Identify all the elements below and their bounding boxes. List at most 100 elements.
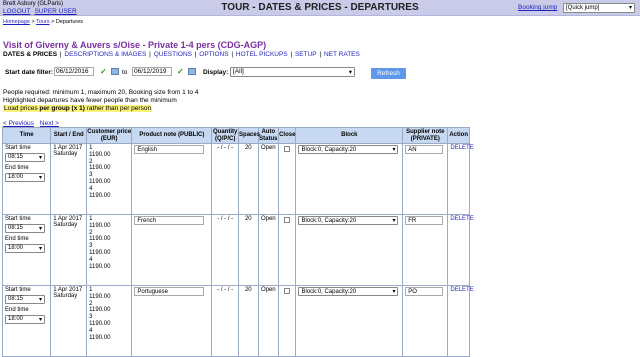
booking-jump-link[interactable]: Booking jump xyxy=(518,4,557,11)
per-group-link[interactable]: per group (x 1) xyxy=(39,105,85,112)
price-value[interactable]: 1190.00 xyxy=(89,335,129,342)
departure-day: Saturday xyxy=(53,151,78,157)
product-note-input[interactable]: Portuguese xyxy=(134,287,205,296)
start-time-select[interactable]: 08:15 ▾ xyxy=(5,224,45,233)
chevron-down-icon: ▾ xyxy=(38,246,42,252)
tab-net-rates[interactable]: NET RATES xyxy=(324,51,360,58)
info-highlighted-departures: Highlighted departures have fewer people… xyxy=(3,97,177,104)
close-checkbox[interactable] xyxy=(284,288,291,294)
price-pax-count: 4 xyxy=(89,327,93,334)
start-time-select[interactable]: 08:15 ▾ xyxy=(5,153,45,162)
calendar-icon[interactable] xyxy=(111,68,119,75)
close-checkbox[interactable] xyxy=(284,217,291,223)
product-note-input[interactable]: English xyxy=(134,145,205,154)
tab-dates-prices[interactable]: DATES & PRICES xyxy=(3,51,57,58)
start-time-label: Start time xyxy=(5,287,31,293)
block-select[interactable]: Block:0, Capacity:20 ▾ xyxy=(298,145,399,154)
auto-status-cell: Open xyxy=(257,143,280,215)
col-close: Close xyxy=(278,127,297,144)
product-note-input[interactable]: French xyxy=(134,216,205,225)
price-pax-count: 2 xyxy=(89,229,93,236)
start-time-select[interactable]: 08:15 ▾ xyxy=(5,295,45,304)
quantity-cell: - / - / - xyxy=(211,143,240,215)
tab-setup[interactable]: SETUP xyxy=(295,51,317,58)
price-pax-count: 3 xyxy=(89,172,93,179)
delete-link[interactable]: DELETE xyxy=(450,145,473,151)
price-pax-count: 3 xyxy=(89,243,93,250)
col-customer-price: Customer price (EUR) xyxy=(86,127,133,144)
end-time-label: End time xyxy=(5,307,29,313)
price-value[interactable]: 1190.00 xyxy=(89,179,129,186)
supplier-note-cell: AN xyxy=(402,143,449,215)
price-pax-count: 2 xyxy=(89,300,93,307)
chevron-down-icon: ▾ xyxy=(392,218,396,224)
top-bar: Brett Asbury (GLParis) LOGOUT SUPER USER … xyxy=(0,0,640,16)
start-date-filter-label: Start date filter: xyxy=(5,69,54,76)
block-cell: Block:0, Capacity:20 ▾ xyxy=(295,143,404,215)
date-from-input[interactable]: 06/12/2016 xyxy=(54,67,94,76)
end-time-select[interactable]: 18:00 ▾ xyxy=(5,315,45,324)
col-quantity: Quantity (Q/P/C) xyxy=(211,127,240,144)
chevron-down-icon: ▾ xyxy=(38,297,42,303)
tab-hotel-pickups[interactable]: HOTEL PICKUPS xyxy=(236,51,288,58)
next-page-link[interactable]: Next > xyxy=(40,120,59,127)
chevron-down-icon: ▾ xyxy=(38,175,42,181)
breadcrumb-current: Departures xyxy=(55,19,84,25)
delete-link[interactable]: DELETE xyxy=(450,287,473,293)
start-time-label: Start time xyxy=(5,145,31,151)
previous-page-link[interactable]: < Previous xyxy=(3,120,34,127)
price-value[interactable]: 1190.00 xyxy=(89,250,129,257)
tab-descriptions-images[interactable]: DESCRIPTIONS & IMAGES xyxy=(64,51,146,58)
tab-questions[interactable]: QUESTIONS xyxy=(154,51,192,58)
chevron-down-icon: ▾ xyxy=(348,69,352,76)
price-value[interactable]: 1190.00 xyxy=(89,152,129,159)
breadcrumb: Homepage > Tours > Departures xyxy=(3,19,83,25)
supplier-note-input[interactable]: FR xyxy=(405,216,444,225)
date-to-label: to xyxy=(122,69,128,76)
subnav-separator: | xyxy=(317,51,323,58)
price-value[interactable]: 1190.00 xyxy=(89,294,129,301)
delete-link[interactable]: DELETE xyxy=(450,216,473,222)
supplier-note-input[interactable]: PO xyxy=(405,287,444,296)
display-select[interactable]: [All] ▾ xyxy=(230,67,355,77)
refresh-button[interactable]: Refresh xyxy=(371,68,406,79)
price-pax-count: 1 xyxy=(89,216,93,222)
price-value[interactable]: 1190.00 xyxy=(89,321,129,328)
breadcrumb-tours[interactable]: Tours xyxy=(36,19,49,25)
start-end-cell: 1 Apr 2017 Saturday xyxy=(50,214,88,286)
date-to-input[interactable]: 06/12/2019 xyxy=(132,67,172,76)
close-checkbox[interactable] xyxy=(284,146,291,152)
price-value[interactable]: 1190.00 xyxy=(89,223,129,230)
end-time-select[interactable]: 18:00 ▾ xyxy=(5,173,45,182)
chevron-down-icon: ▾ xyxy=(392,289,396,295)
check-icon[interactable]: ✓ xyxy=(100,68,107,76)
end-time-select[interactable]: 18:00 ▾ xyxy=(5,244,45,253)
price-value[interactable]: 1190.00 xyxy=(89,193,129,200)
info-load-prices: Load prices per group (x 1) rather than … xyxy=(3,105,153,112)
price-value[interactable]: 1190.00 xyxy=(89,165,129,172)
page-title: Visit of Giverny & Auvers s/Oise - Priva… xyxy=(3,40,267,50)
table-row: Start time 08:15 ▾ End time 18:00 ▾ 1 Apr … xyxy=(1,214,474,286)
start-time-label: Start time xyxy=(5,216,31,222)
price-pax-count: 2 xyxy=(89,158,93,165)
action-cell: DELETE xyxy=(447,214,474,286)
price-value[interactable]: 1190.00 xyxy=(89,236,129,243)
quick-jump-select[interactable]: [Quick jump] ▾ xyxy=(563,3,635,13)
price-value[interactable]: 1190.00 xyxy=(89,307,129,314)
price-pax-count: 1 xyxy=(89,145,93,151)
breadcrumb-homepage[interactable]: Homepage xyxy=(3,19,30,25)
col-time: Time xyxy=(1,127,52,144)
block-select[interactable]: Block:0, Capacity:20 ▾ xyxy=(298,216,399,225)
price-pax-count: 4 xyxy=(89,185,93,192)
subnav-separator: | xyxy=(147,51,153,58)
check-icon[interactable]: ✓ xyxy=(177,68,184,76)
time-cell: Start time 08:15 ▾ End time 18:00 ▾ xyxy=(1,214,52,286)
chevron-down-icon: ▾ xyxy=(38,155,42,161)
block-select[interactable]: Block:0, Capacity:20 ▾ xyxy=(298,287,399,296)
tab-options[interactable]: OPTIONS xyxy=(199,51,228,58)
price-pax-count: 1 xyxy=(89,287,93,293)
price-value[interactable]: 1190.00 xyxy=(89,264,129,271)
calendar-icon[interactable] xyxy=(188,68,196,75)
supplier-note-input[interactable]: AN xyxy=(405,145,444,154)
block-cell: Block:0, Capacity:20 ▾ xyxy=(295,214,404,286)
